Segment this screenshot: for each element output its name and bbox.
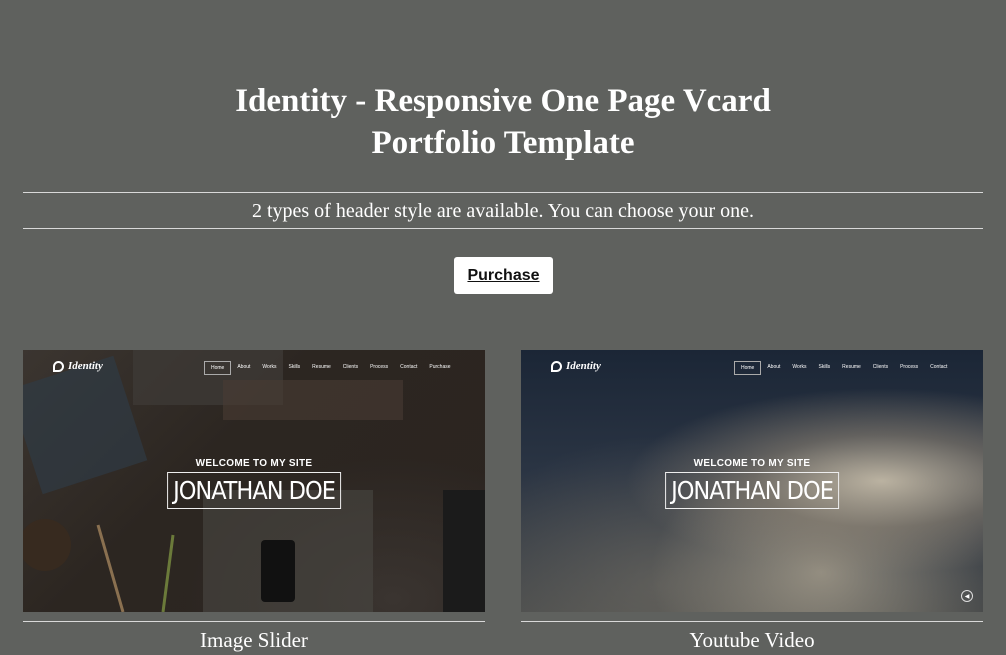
nav-item-contact: Contact bbox=[400, 364, 418, 370]
preview-logo: Identity bbox=[551, 360, 601, 372]
name-box: JONATHAN DOE bbox=[665, 472, 839, 509]
top-divider bbox=[23, 192, 983, 193]
volume-icon[interactable]: ◀ bbox=[961, 590, 973, 602]
purchase-button[interactable]: Purchase bbox=[454, 257, 553, 294]
logo-text: Identity bbox=[68, 360, 103, 372]
youtube-video-preview[interactable]: Identity Home About Works Skills Resume … bbox=[521, 350, 983, 612]
nav-item-home: Home bbox=[204, 361, 232, 375]
preview-logo: Identity bbox=[53, 360, 103, 372]
logo-text: Identity bbox=[566, 360, 601, 372]
nav-item-clients: Clients bbox=[342, 364, 359, 370]
page-title-line2: Portfolio Template bbox=[371, 125, 635, 161]
page-title-line1: Identity - Responsive One Page Vcard bbox=[235, 83, 771, 119]
preview-nav: Home About Works Skills Resume Clients P… bbox=[734, 361, 953, 375]
nav-item-skills: Skills bbox=[818, 364, 831, 370]
nav-item-contact: Contact bbox=[930, 364, 948, 370]
nav-item-resume: Resume bbox=[312, 364, 331, 370]
nav-item-about: About bbox=[237, 364, 251, 370]
name-box: JONATHAN DOE bbox=[167, 472, 341, 509]
page-title: Identity - Responsive One Page Vcard Por… bbox=[0, 80, 1006, 164]
caption-divider bbox=[23, 621, 485, 622]
caption-divider bbox=[521, 621, 983, 622]
preview-caption: Youtube Video bbox=[689, 628, 815, 652]
identity-logo-icon bbox=[53, 360, 64, 372]
nav-item-about: About bbox=[767, 364, 781, 370]
nav-item-process: Process bbox=[370, 364, 389, 370]
subtitle: 2 types of header style are available. Y… bbox=[251, 200, 755, 222]
image-slider-preview[interactable]: Identity Home About Works Skills Resume … bbox=[23, 350, 485, 612]
nav-item-works: Works bbox=[262, 364, 277, 370]
nav-item-clients: Clients bbox=[872, 364, 889, 370]
nav-item-works: Works bbox=[792, 364, 807, 370]
nav-item-resume: Resume bbox=[842, 364, 861, 370]
bottom-divider bbox=[23, 228, 983, 229]
welcome-text: WELCOME TO MY SITE bbox=[195, 458, 313, 469]
nav-item-skills: Skills bbox=[288, 364, 301, 370]
nav-item-home: Home bbox=[734, 361, 762, 375]
preview-caption: Image Slider bbox=[200, 628, 308, 652]
identity-logo-icon bbox=[551, 360, 562, 372]
preview-nav: Home About Works Skills Resume Clients P… bbox=[204, 361, 457, 375]
nav-item-process: Process bbox=[900, 364, 919, 370]
welcome-text: WELCOME TO MY SITE bbox=[693, 458, 811, 469]
nav-item-purchase: Purchase bbox=[429, 364, 451, 370]
